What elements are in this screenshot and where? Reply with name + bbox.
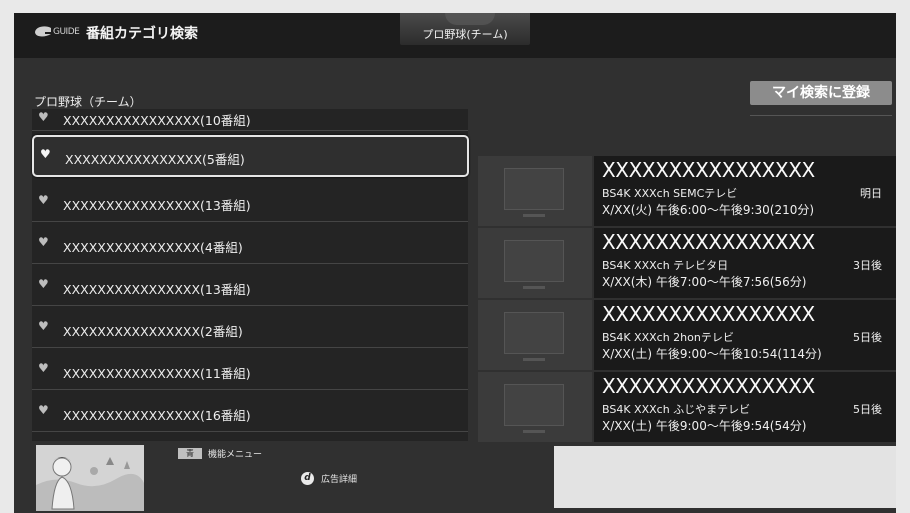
register-my-search-button[interactable]: マイ検索に登録: [750, 81, 892, 105]
ad-details-hint: d 広告詳細: [301, 472, 357, 485]
list-item-label: XXXXXXXXXXXXXXXX(5番組): [65, 152, 245, 167]
program-when: 明日: [860, 187, 882, 200]
program-thumbnail: [478, 156, 592, 226]
list-item-label: XXXXXXXXXXXXXXXX(10番組): [63, 113, 251, 128]
program-when: 5日後: [853, 331, 882, 344]
function-menu-hint: 青 機能メニュー: [178, 447, 262, 460]
preview-image: [36, 445, 144, 511]
heart-icon: ♥: [38, 361, 49, 375]
guide-logo-mark: [35, 26, 51, 37]
list-item-label: XXXXXXXXXXXXXXXX(4番組): [63, 240, 243, 255]
list-item-selected[interactable]: ♥ XXXXXXXXXXXXXXXX(5番組): [32, 135, 469, 177]
program-info: XXXXXXXXXXXXXXXX BS4K XXXch テレビタ日 3日後 X/…: [594, 228, 896, 298]
program-thumbnail: [478, 372, 592, 442]
function-menu-label: 機能メニュー: [208, 450, 263, 460]
header-bar: GUIDE 番組カテゴリ検索 プロ野球(チーム): [14, 13, 896, 58]
ad-details-label: 広告詳細: [321, 475, 358, 485]
program-when: 5日後: [853, 403, 882, 416]
program-card[interactable]: XXXXXXXXXXXXXXXX BS4K XXXch テレビタ日 3日後 X/…: [478, 228, 896, 300]
list-item-label: XXXXXXXXXXXXXXXX(11番組): [63, 366, 251, 381]
program-title: XXXXXXXXXXXXXXXX: [602, 302, 815, 326]
category-tab[interactable]: プロ野球(チーム): [400, 13, 530, 45]
heart-icon: ♥: [38, 319, 49, 333]
list-item[interactable]: ♥ XXXXXXXXXXXXXXXX(13番組): [32, 266, 468, 306]
program-when: 3日後: [853, 259, 882, 272]
program-channel: BS4K XXXch テレビタ日: [602, 259, 729, 272]
heart-icon: ♥: [38, 277, 49, 291]
program-thumbnail: [478, 300, 592, 370]
blue-key-icon: 青: [178, 448, 202, 459]
program-title: XXXXXXXXXXXXXXXX: [602, 158, 815, 182]
team-list: ♥ XXXXXXXXXXXXXXXX(10番組) ♥ XXXXXXXXXXXXX…: [32, 109, 469, 441]
category-title: プロ野球（チーム）: [34, 95, 142, 109]
program-time: X/XX(木) 午後7:00〜午後7:56(56分): [602, 275, 807, 289]
guide-logo-text: GUIDE: [53, 27, 80, 37]
program-list: XXXXXXXXXXXXXXXX BS4K XXXch SEMCテレビ 明日 X…: [478, 156, 896, 446]
program-card[interactable]: XXXXXXXXXXXXXXXX BS4K XXXch ふじやまテレビ 5日後 …: [478, 372, 896, 444]
program-time: X/XX(土) 午後9:00〜午後9:54(54分): [602, 419, 807, 433]
category-tab-label: プロ野球(チーム): [422, 28, 508, 41]
program-card[interactable]: XXXXXXXXXXXXXXXX BS4K XXXch SEMCテレビ 明日 X…: [478, 156, 896, 228]
list-item[interactable]: ♥ XXXXXXXXXXXXXXXX(16番組): [32, 392, 468, 432]
list-item-label: XXXXXXXXXXXXXXXX(13番組): [63, 198, 251, 213]
heart-icon: ♥: [38, 235, 49, 249]
list-item-label: XXXXXXXXXXXXXXXX(13番組): [63, 282, 251, 297]
list-item-label: XXXXXXXXXXXXXXXX(16番組): [63, 408, 251, 423]
tv-icon: [504, 312, 564, 361]
tv-screen: GUIDE 番組カテゴリ検索 プロ野球(チーム) プロ野球（チーム） マイ検索に…: [14, 13, 896, 513]
ad-area: [554, 446, 896, 508]
program-card[interactable]: XXXXXXXXXXXXXXXX BS4K XXXch 2honテレビ 5日後 …: [478, 300, 896, 372]
tv-icon: [504, 240, 564, 289]
d-button-icon: d: [301, 472, 314, 485]
program-time: X/XX(火) 午後6:00〜午後9:30(210分): [602, 203, 815, 217]
program-info: XXXXXXXXXXXXXXXX BS4K XXXch 2honテレビ 5日後 …: [594, 300, 896, 370]
program-channel: BS4K XXXch ふじやまテレビ: [602, 403, 751, 416]
heart-icon: ♥: [38, 403, 49, 417]
list-item[interactable]: ♥ XXXXXXXXXXXXXXXX(11番組): [32, 350, 468, 390]
list-item[interactable]: ♥ XXXXXXXXXXXXXXXX(4番組): [32, 224, 468, 264]
preview-illustration: [36, 445, 144, 511]
list-item[interactable]: ♥ XXXXXXXXXXXXXXXX(10番組): [32, 109, 468, 131]
tab-decoration: [445, 13, 495, 25]
page-title: 番組カテゴリ検索: [86, 26, 198, 42]
tv-icon: [504, 168, 564, 217]
program-info: XXXXXXXXXXXXXXXX BS4K XXXch ふじやまテレビ 5日後 …: [594, 372, 896, 442]
heart-icon: ♥: [38, 110, 49, 124]
divider: [750, 115, 892, 116]
program-channel: BS4K XXXch SEMCテレビ: [602, 187, 738, 200]
program-channel: BS4K XXXch 2honテレビ: [602, 331, 734, 344]
program-thumbnail: [478, 228, 592, 298]
guide-logo-icon: GUIDE: [34, 23, 80, 41]
heart-icon: ♥: [40, 147, 51, 161]
program-time: X/XX(土) 午後9:00〜午後10:54(114分): [602, 347, 822, 361]
list-item-label: XXXXXXXXXXXXXXXX(2番組): [63, 324, 243, 339]
list-item[interactable]: ♥ XXXXXXXXXXXXXXXX(2番組): [32, 308, 468, 348]
tv-icon: [504, 384, 564, 433]
heart-icon: ♥: [38, 193, 49, 207]
program-title: XXXXXXXXXXXXXXXX: [602, 374, 815, 398]
list-item[interactable]: ♥ XXXXXXXXXXXXXXXX(13番組): [32, 182, 468, 222]
program-title: XXXXXXXXXXXXXXXX: [602, 230, 815, 254]
program-info: XXXXXXXXXXXXXXXX BS4K XXXch SEMCテレビ 明日 X…: [594, 156, 896, 226]
